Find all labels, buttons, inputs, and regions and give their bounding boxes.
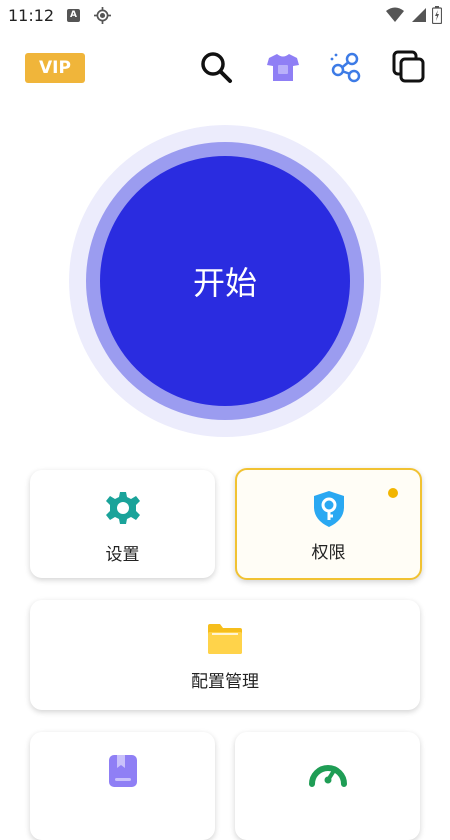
settings-label: 设置 xyxy=(105,545,140,565)
status-indicators xyxy=(386,5,442,25)
permissions-card[interactable]: 权限 xyxy=(235,468,422,580)
bottom-left-card[interactable] xyxy=(30,732,215,840)
permissions-label: 权限 xyxy=(311,543,346,563)
status-bar: 11:12 A xyxy=(0,0,450,32)
copy-windows-icon[interactable] xyxy=(392,50,426,84)
location-icon xyxy=(94,7,111,24)
notification-dot xyxy=(388,488,398,498)
folder-icon xyxy=(208,624,242,654)
settings-card[interactable]: 设置 xyxy=(30,470,215,578)
vip-button[interactable]: VIP xyxy=(25,53,85,83)
config-management-card[interactable]: 配置管理 xyxy=(30,600,420,710)
tshirt-icon[interactable] xyxy=(266,50,300,84)
config-management-label: 配置管理 xyxy=(191,672,259,692)
signal-icon xyxy=(412,8,426,22)
bookmark-book-icon xyxy=(108,755,137,787)
speedometer-icon xyxy=(308,765,347,787)
start-label: 开始 xyxy=(192,264,257,302)
gear-icon xyxy=(105,492,140,524)
status-time: 11:12 xyxy=(8,6,55,25)
text-input-icon: A xyxy=(67,9,80,22)
start-button[interactable]: 开始 xyxy=(100,156,350,406)
shield-key-icon xyxy=(313,491,344,527)
share-icon[interactable] xyxy=(329,50,363,84)
battery-icon xyxy=(432,6,442,24)
search-icon[interactable] xyxy=(199,50,233,84)
bottom-right-card[interactable] xyxy=(235,732,420,840)
wifi-icon xyxy=(386,7,404,22)
